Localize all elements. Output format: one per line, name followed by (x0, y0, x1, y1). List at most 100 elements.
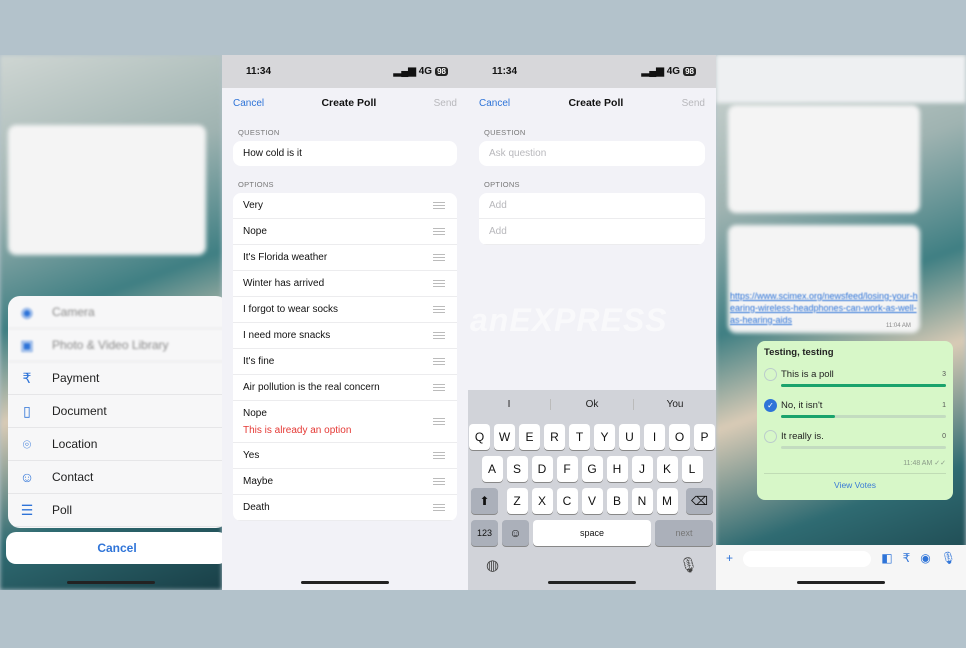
key[interactable]: I (644, 424, 665, 450)
key[interactable]: P (694, 424, 715, 450)
drag-handle-icon[interactable] (433, 478, 445, 485)
key[interactable]: G (581, 456, 603, 482)
rupee-icon[interactable]: ₹ (903, 551, 911, 565)
attach-poll[interactable]: ☰ Poll (8, 494, 222, 527)
option-row[interactable]: I forgot to wear socks (233, 297, 457, 323)
suggestion[interactable]: You (634, 399, 716, 410)
attach-location[interactable]: ⌾ Location (8, 428, 222, 461)
attach-document[interactable]: ▯ Document (8, 395, 222, 428)
cancel-button[interactable]: Cancel (479, 98, 510, 109)
drag-handle-icon[interactable] (433, 418, 445, 425)
attach-contact[interactable]: ☺ Contact (8, 461, 222, 494)
microphone-icon[interactable]: 🎙 (679, 556, 698, 574)
cancel-button[interactable]: Cancel (6, 532, 222, 564)
option-row[interactable]: It's fine (233, 349, 457, 375)
globe-icon[interactable]: ◍ (486, 556, 499, 574)
key[interactable]: D (531, 456, 553, 482)
question-input[interactable]: Ask question (479, 141, 705, 166)
key[interactable]: E (519, 424, 540, 450)
plus-icon[interactable]: + (726, 551, 733, 565)
option-input[interactable]: Add (479, 193, 705, 219)
backspace-key[interactable]: ⌫ (686, 488, 713, 514)
option-row[interactable]: Winter has arrived (233, 271, 457, 297)
key[interactable]: H (606, 456, 628, 482)
question-input[interactable]: How cold is it (233, 141, 457, 166)
microphone-icon[interactable]: 🎙 (941, 551, 956, 565)
camera-icon[interactable]: ◉ (920, 551, 930, 565)
key[interactable]: B (606, 488, 628, 514)
drag-handle-icon[interactable] (433, 202, 445, 209)
option-row[interactable]: Nope This is already an option (233, 401, 457, 443)
key[interactable]: J (631, 456, 653, 482)
attach-camera[interactable]: ◉ Camera (8, 296, 222, 329)
option-row[interactable]: Yes (233, 443, 457, 469)
suggestion[interactable]: Ok (551, 398, 634, 410)
shift-key[interactable]: ⬆ (471, 488, 498, 514)
key[interactable]: F (556, 456, 578, 482)
radio-icon[interactable] (764, 367, 777, 381)
drag-handle-icon[interactable] (433, 306, 445, 313)
key[interactable]: V (581, 488, 603, 514)
location-pin-icon: ⌾ (22, 435, 32, 452)
key[interactable]: W (494, 424, 515, 450)
drag-handle-icon[interactable] (433, 384, 445, 391)
checked-radio-icon[interactable]: ✓ (764, 398, 777, 412)
key[interactable]: Q (469, 424, 490, 450)
emoji-key[interactable]: ☺ (502, 520, 529, 546)
poll-option[interactable]: ✓ No, it isn't 1 (764, 397, 946, 418)
key[interactable]: N (631, 488, 653, 514)
drag-handle-icon[interactable] (433, 504, 445, 511)
poll-option[interactable]: It really is. 0 (764, 428, 946, 449)
option-row[interactable]: It's Florida weather (233, 245, 457, 271)
drag-handle-icon[interactable] (433, 358, 445, 365)
option-row[interactable]: I need more snacks (233, 323, 457, 349)
key[interactable]: M (656, 488, 678, 514)
option-text: Yes (243, 450, 260, 461)
radio-icon[interactable] (764, 429, 777, 443)
option-row[interactable]: Very (233, 193, 457, 219)
key[interactable]: K (656, 456, 678, 482)
key[interactable]: S (506, 456, 528, 482)
next-key[interactable]: next (655, 520, 713, 546)
poll-option[interactable]: This is a poll 3 (764, 366, 946, 387)
option-text: I forgot to wear socks (243, 304, 339, 315)
send-button[interactable]: Send (682, 98, 705, 109)
key[interactable]: L (681, 456, 703, 482)
key[interactable]: X (531, 488, 553, 514)
message-input[interactable] (743, 551, 872, 567)
key[interactable]: C (556, 488, 578, 514)
create-poll-filled: 11:34 ▂▄▆ 4G 98 Cancel Create Poll Send QUES… (222, 55, 468, 590)
send-button[interactable]: Send (434, 98, 457, 109)
signal-icon: ▂▄▆ (393, 66, 416, 77)
attach-payment[interactable]: ₹ Payment (8, 362, 222, 395)
drag-handle-icon[interactable] (433, 332, 445, 339)
vote-bar (781, 446, 946, 449)
numbers-key[interactable]: 123 (471, 520, 498, 546)
cancel-button[interactable]: Cancel (233, 98, 264, 109)
space-key[interactable]: space (533, 520, 651, 546)
key[interactable]: T (569, 424, 590, 450)
home-indicator (67, 581, 155, 584)
option-row[interactable]: Air pollution is the real concern (233, 375, 457, 401)
drag-handle-icon[interactable] (433, 254, 445, 261)
option-row[interactable]: Death (233, 495, 457, 521)
photo-icon: ▣ (20, 336, 34, 353)
message-link[interactable]: https://www.scimex.org/newsfeed/losing-y… (730, 290, 920, 326)
sticker-icon[interactable]: ◧ (881, 551, 892, 565)
drag-handle-icon[interactable] (433, 228, 445, 235)
option-input[interactable]: Add (479, 219, 705, 245)
drag-handle-icon[interactable] (433, 452, 445, 459)
key[interactable]: A (481, 456, 503, 482)
watermark: anEXPRESS (470, 302, 668, 338)
suggestion[interactable]: I (468, 398, 551, 410)
key[interactable]: U (619, 424, 640, 450)
option-row[interactable]: Nope (233, 219, 457, 245)
key[interactable]: R (544, 424, 565, 450)
option-row[interactable]: Maybe (233, 469, 457, 495)
attach-photo-library[interactable]: ▣ Photo & Video Library (8, 329, 222, 362)
key[interactable]: Z (506, 488, 528, 514)
key[interactable]: Y (594, 424, 615, 450)
view-votes-button[interactable]: View Votes (764, 473, 946, 490)
drag-handle-icon[interactable] (433, 280, 445, 287)
key[interactable]: O (669, 424, 690, 450)
